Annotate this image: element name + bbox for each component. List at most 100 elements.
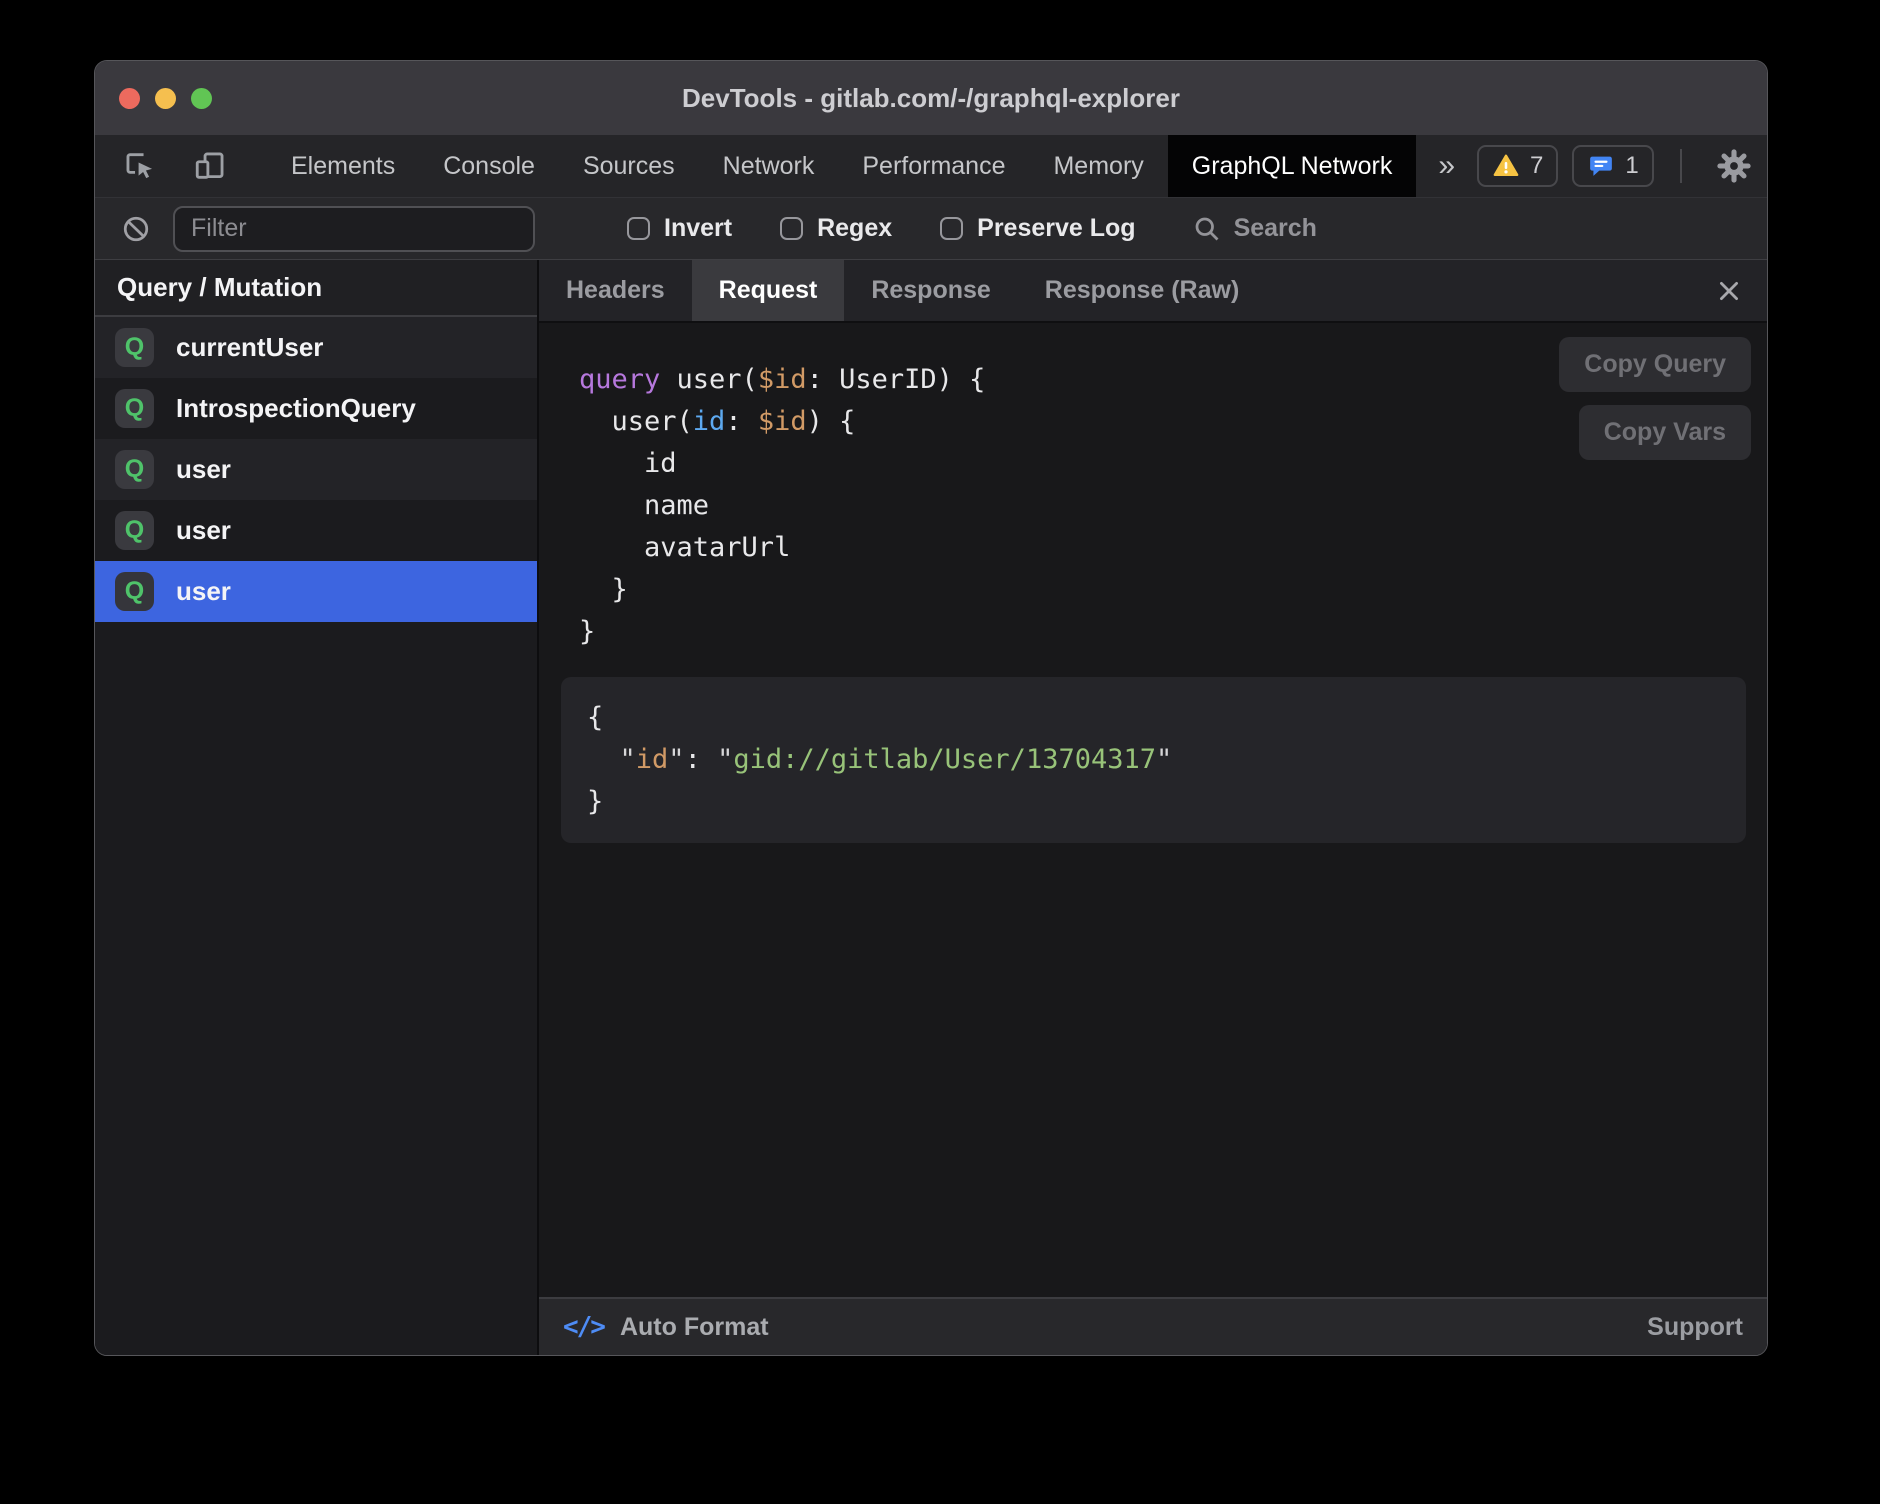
copy-query-button[interactable]: Copy Query xyxy=(1559,337,1751,392)
query-type-badge: Q xyxy=(115,572,154,611)
code-format-icon: </> xyxy=(563,1312,604,1342)
detail-tab-bar: Headers Request Response Response (Raw) xyxy=(539,260,1767,323)
close-window-button[interactable] xyxy=(119,88,140,109)
json-string: gid://gitlab/User/13704317 xyxy=(733,744,1156,775)
toolbar-right-controls: 7 1 xyxy=(1477,135,1768,197)
tab-memory[interactable]: Memory xyxy=(1029,135,1167,197)
devtools-window: DevTools - gitlab.com/-/graphql-explorer… xyxy=(94,60,1768,1356)
auto-format-label: Auto Format xyxy=(620,1313,769,1342)
copy-buttons: Copy Query Copy Vars xyxy=(1559,337,1751,460)
tab-request[interactable]: Request xyxy=(692,260,845,321)
content-area: Query / Mutation Q currentUser Q Introsp… xyxy=(95,260,1767,1355)
minimize-window-button[interactable] xyxy=(155,88,176,109)
messages-badge[interactable]: 1 xyxy=(1572,145,1653,187)
filter-input[interactable] xyxy=(173,206,535,252)
query-type-badge: Q xyxy=(115,511,154,550)
preserve-log-checkbox[interactable] xyxy=(940,217,963,240)
code-variable: $id xyxy=(758,364,807,395)
tab-sources[interactable]: Sources xyxy=(559,135,699,197)
detail-panel: Headers Request Response Response (Raw) … xyxy=(539,260,1767,1355)
more-tabs-button[interactable]: » xyxy=(1416,135,1477,197)
warning-triangle-icon xyxy=(1492,152,1520,180)
json-quote: " xyxy=(1156,744,1172,775)
json-text: { xyxy=(587,702,620,775)
tab-headers[interactable]: Headers xyxy=(539,260,692,321)
json-key: id xyxy=(636,744,669,775)
query-name: user xyxy=(176,515,231,546)
invert-checkbox[interactable] xyxy=(627,217,650,240)
code-variable: $id xyxy=(758,406,807,437)
tab-console[interactable]: Console xyxy=(419,135,559,197)
gear-icon xyxy=(1716,148,1752,184)
warnings-badge[interactable]: 7 xyxy=(1477,145,1558,187)
inspect-cursor-icon xyxy=(123,149,157,183)
message-count: 1 xyxy=(1625,152,1638,180)
device-toolbar-button[interactable] xyxy=(185,149,235,183)
filter-bar: Invert Regex Preserve Log Search xyxy=(95,198,1767,260)
code-keyword: query xyxy=(579,364,660,395)
search-icon xyxy=(1192,214,1222,244)
zoom-window-button[interactable] xyxy=(191,88,212,109)
list-item-introspectionquery[interactable]: Q IntrospectionQuery xyxy=(95,378,537,439)
close-detail-button[interactable] xyxy=(1691,260,1767,321)
titlebar: DevTools - gitlab.com/-/graphql-explorer xyxy=(95,61,1767,135)
variables-json: { "id": "gid://gitlab/User/13704317" } xyxy=(587,697,1720,823)
traffic-lights xyxy=(119,61,212,135)
tab-elements[interactable]: Elements xyxy=(267,135,419,197)
variables-box: { "id": "gid://gitlab/User/13704317" } xyxy=(561,677,1746,843)
json-quote: " xyxy=(620,744,636,775)
list-item-user-1[interactable]: Q user xyxy=(95,439,537,500)
list-item-user-3-selected[interactable]: Q user xyxy=(95,561,537,622)
json-quote: " xyxy=(717,744,733,775)
clear-filter-button[interactable] xyxy=(113,214,159,244)
query-name: user xyxy=(176,454,231,485)
auto-format-button[interactable]: </> Auto Format xyxy=(563,1312,769,1342)
code-argument: id xyxy=(693,406,726,437)
json-text: } xyxy=(587,786,603,817)
copy-vars-button[interactable]: Copy Vars xyxy=(1579,405,1751,460)
invert-filter-control: Invert xyxy=(627,214,732,243)
list-item-currentuser[interactable]: Q currentUser xyxy=(95,317,537,378)
sidebar-empty-space xyxy=(95,622,537,1355)
code-text: ) { id name avatarUrl } } xyxy=(579,406,855,647)
json-text: : xyxy=(685,744,718,775)
list-item-user-2[interactable]: Q user xyxy=(95,500,537,561)
json-quote: " xyxy=(668,744,684,775)
query-type-badge: Q xyxy=(115,328,154,367)
window-title: DevTools - gitlab.com/-/graphql-explorer xyxy=(682,83,1180,114)
toolbar-icons xyxy=(95,135,243,197)
invert-label: Invert xyxy=(664,214,732,243)
regex-label: Regex xyxy=(817,214,892,243)
code-text: : xyxy=(725,406,758,437)
tab-graphql-network[interactable]: GraphQL Network xyxy=(1168,135,1417,197)
support-link[interactable]: Support xyxy=(1647,1313,1743,1342)
warning-count: 7 xyxy=(1530,152,1543,180)
sidebar-header: Query / Mutation xyxy=(95,260,537,317)
query-name: user xyxy=(176,576,231,607)
search-label: Search xyxy=(1234,214,1317,243)
query-name: IntrospectionQuery xyxy=(176,393,416,424)
chat-bubble-icon xyxy=(1587,152,1615,180)
tab-performance[interactable]: Performance xyxy=(838,135,1029,197)
status-bar: </> Auto Format Support xyxy=(539,1297,1767,1355)
regex-filter-control: Regex xyxy=(780,214,892,243)
tab-response-raw[interactable]: Response (Raw) xyxy=(1018,260,1266,321)
preserve-log-control: Preserve Log xyxy=(940,214,1135,243)
query-list-sidebar: Query / Mutation Q currentUser Q Introsp… xyxy=(95,260,539,1355)
code-text: user( xyxy=(660,364,758,395)
block-icon xyxy=(121,214,151,244)
settings-button[interactable] xyxy=(1708,148,1760,184)
tab-network[interactable]: Network xyxy=(699,135,839,197)
devtools-tab-bar: Elements Console Sources Network Perform… xyxy=(95,135,1767,198)
inspect-element-button[interactable] xyxy=(115,149,165,183)
preserve-log-label: Preserve Log xyxy=(977,214,1135,243)
regex-checkbox[interactable] xyxy=(780,217,803,240)
query-type-badge: Q xyxy=(115,450,154,489)
query-name: currentUser xyxy=(176,332,323,363)
search-button[interactable]: Search xyxy=(1192,214,1317,244)
chevron-double-right-icon: » xyxy=(1438,149,1455,183)
device-toolbar-icon xyxy=(193,149,227,183)
tab-response[interactable]: Response xyxy=(844,260,1017,321)
close-icon xyxy=(1715,277,1743,305)
query-type-badge: Q xyxy=(115,389,154,428)
